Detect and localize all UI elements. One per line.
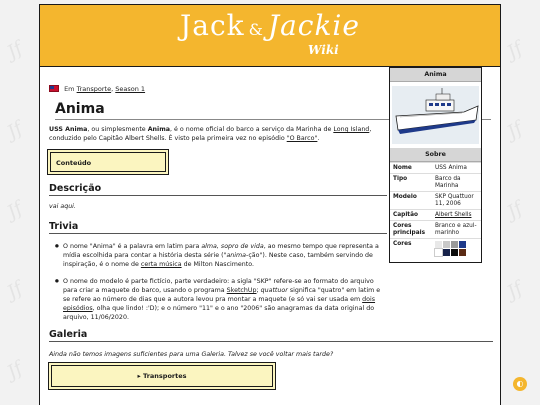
background-pattern-mark: Jf bbox=[3, 277, 27, 304]
trivia-text: de Milton Nascimento. bbox=[181, 261, 254, 268]
trivia-emphasis: alma, sopro de vida bbox=[201, 243, 264, 250]
infobox-value: USS Anima bbox=[435, 164, 467, 171]
breadcrumb-link-season-1[interactable]: Season 1 bbox=[115, 85, 145, 93]
breadcrumb-separator: , bbox=[111, 85, 114, 93]
albert-shells-link[interactable]: Albert Shells bbox=[435, 212, 478, 219]
background-pattern-mark: Jf bbox=[503, 197, 527, 224]
intro-text: , é o nome oficial do barco a serviço da… bbox=[170, 126, 334, 133]
breadcrumb-link-transporte[interactable]: Transporte bbox=[77, 85, 112, 93]
infobox-row-tipo: Tipo Barco da Marinha bbox=[390, 173, 481, 191]
infobox-value: Barco da Marinha bbox=[435, 175, 461, 189]
wiki-page: Jack & Jackie Wiki Em Transporte, Season 1… bbox=[39, 4, 501, 405]
intro-bold-short: Anima bbox=[147, 126, 171, 133]
logo-second-text: Jackie bbox=[267, 9, 360, 42]
section-heading-trivia: Trivia bbox=[49, 221, 387, 234]
infobox: Anima Sobre Nome USS Anima Tipo Barco da… bbox=[389, 67, 482, 263]
trivia-text: O nome "Anima" é a palavra em latim para bbox=[63, 243, 202, 250]
color-swatch bbox=[435, 240, 442, 248]
table-of-contents[interactable]: Conteúdo bbox=[50, 152, 166, 172]
infobox-row-modelo: Modelo SKP Quattuor 11, 2006 bbox=[390, 191, 481, 209]
infobox-section-sobre: Sobre bbox=[390, 148, 481, 162]
background-pattern-mark: Jf bbox=[3, 197, 27, 224]
trivia-text: , olha que lindo! :'D); e o número "11" … bbox=[63, 305, 375, 321]
color-swatch bbox=[451, 248, 458, 256]
us-flag-icon bbox=[49, 85, 59, 92]
certa-musica-link[interactable]: certa música bbox=[141, 261, 182, 268]
infobox-row-nome: Nome USS Anima bbox=[390, 162, 481, 173]
galeria-text: Ainda não temos imagens suficientes para… bbox=[49, 351, 334, 358]
background-pattern-mark: Jf bbox=[503, 117, 527, 144]
infobox-key: Cores principais bbox=[393, 222, 426, 236]
trivia-item: O nome do modelo é parte fictício, parte… bbox=[49, 277, 385, 322]
infobox-title: Anima bbox=[390, 68, 481, 82]
site-logo[interactable]: Jack & Jackie bbox=[40, 9, 500, 42]
intro-text: , ou simplesmente bbox=[87, 126, 148, 133]
infobox-row-capitao: Capitão Albert Shells bbox=[390, 209, 481, 220]
color-swatch bbox=[443, 240, 450, 248]
infobox-value: Branco e azul-marinho bbox=[435, 222, 477, 236]
color-swatches bbox=[434, 240, 478, 257]
infobox-key: Tipo bbox=[393, 175, 408, 182]
ship-image[interactable] bbox=[392, 86, 479, 144]
ship-illustration bbox=[392, 86, 479, 144]
breadcrumb: Em Transporte, Season 1 bbox=[49, 85, 145, 93]
trivia-item: O nome "Anima" é a palavra em latim para… bbox=[49, 242, 385, 269]
breadcrumb-prefix: Em bbox=[64, 85, 75, 93]
infobox-value: SKP Quattuor 11, 2006 bbox=[435, 193, 474, 207]
infobox-key: Capitão bbox=[393, 211, 418, 218]
color-swatch bbox=[459, 248, 466, 256]
infobox-row-cores-principais: Cores principais Branco e azul-marinho bbox=[390, 220, 481, 238]
background-pattern-mark: Jf bbox=[3, 37, 27, 64]
color-swatch bbox=[451, 240, 458, 248]
o-barco-link[interactable]: "O Barco" bbox=[287, 135, 318, 142]
background-pattern-mark: Jf bbox=[503, 277, 527, 304]
intro-text: . bbox=[317, 135, 320, 142]
infobox-key: Modelo bbox=[393, 193, 417, 200]
long-island-link[interactable]: Long Island bbox=[333, 126, 369, 133]
background-pattern-mark: Jf bbox=[503, 37, 527, 64]
descricao-text: vai aqui. bbox=[49, 203, 76, 210]
transportes-navbox-button[interactable]: ▸ Transportes bbox=[51, 365, 273, 387]
section-heading-galeria: Galeria bbox=[49, 329, 493, 342]
background-pattern-mark: Jf bbox=[3, 117, 27, 144]
color-swatch bbox=[434, 247, 443, 257]
site-banner[interactable]: Jack & Jackie Wiki bbox=[40, 5, 500, 67]
section-heading-descricao: Descrição bbox=[49, 183, 387, 196]
logo-wiki-tag: Wiki bbox=[308, 43, 339, 57]
trivia-list: O nome "Anima" é a palavra em latim para… bbox=[49, 242, 385, 330]
sketchup-link[interactable]: SketchUp bbox=[227, 287, 257, 294]
infobox-key: Cores bbox=[393, 240, 412, 247]
intro-paragraph: USS Anima, ou simplesmente Anima, é o no… bbox=[49, 125, 385, 143]
background-pattern-mark: Jf bbox=[3, 357, 27, 384]
infobox-key: Nome bbox=[393, 164, 412, 171]
theme-toggle-icon[interactable]: ◐ bbox=[513, 377, 527, 391]
trivia-emphasis: quattuor bbox=[260, 287, 288, 294]
trivia-emphasis: anima bbox=[226, 252, 247, 259]
episodios-link[interactable]: episódios bbox=[63, 305, 93, 312]
color-swatch bbox=[443, 248, 450, 256]
infobox-row-cores: Cores bbox=[390, 238, 481, 257]
logo-ampersand: & bbox=[248, 20, 264, 39]
intro-bold-name: USS Anima bbox=[49, 126, 88, 133]
logo-main-text: Jack bbox=[180, 9, 245, 42]
color-swatch bbox=[459, 240, 466, 248]
dois-link[interactable]: dois bbox=[362, 296, 375, 303]
